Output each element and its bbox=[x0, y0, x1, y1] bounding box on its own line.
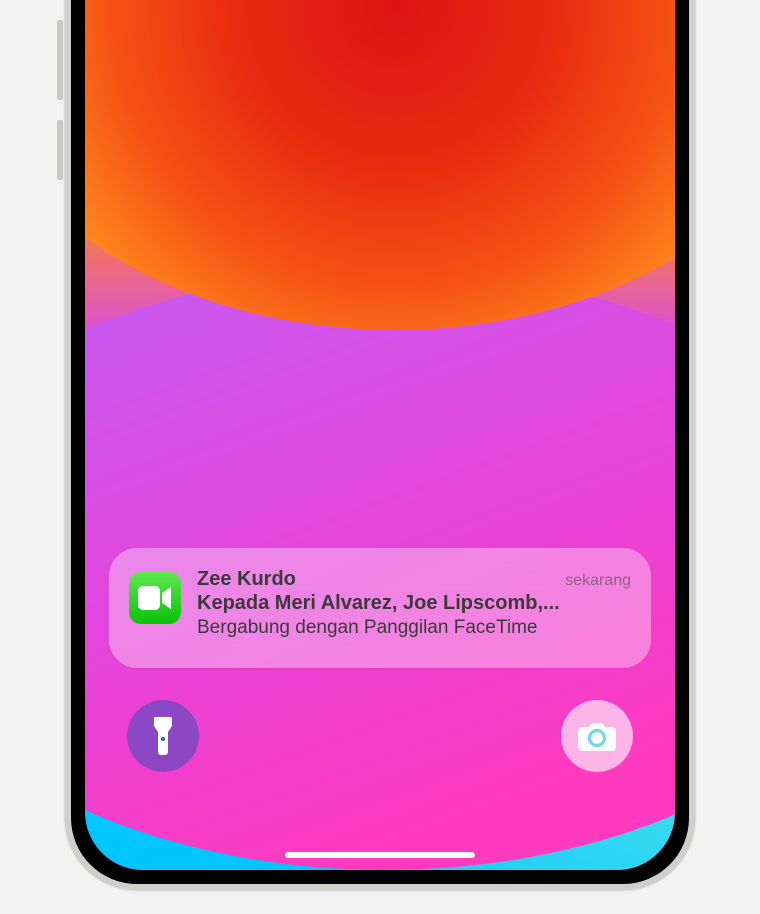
notification-content: Zee Kurdo sekarang Kepada Meri Alvarez, … bbox=[197, 568, 631, 639]
flashlight-icon bbox=[152, 717, 174, 755]
phone-frame: Zee Kurdo sekarang Kepada Meri Alvarez, … bbox=[65, 0, 695, 890]
notification-card[interactable]: Zee Kurdo sekarang Kepada Meri Alvarez, … bbox=[109, 548, 651, 668]
notification-recipients: Kepada Meri Alvarez, Joe Lipscomb,... bbox=[197, 592, 631, 615]
phone-bezel: Zee Kurdo sekarang Kepada Meri Alvarez, … bbox=[71, 0, 689, 884]
camera-button[interactable] bbox=[561, 700, 633, 772]
notification-body: Bergabung dengan Panggilan FaceTime bbox=[197, 617, 631, 639]
home-indicator[interactable] bbox=[285, 852, 475, 858]
volume-button[interactable] bbox=[57, 20, 63, 100]
notification-timestamp: sekarang bbox=[565, 572, 631, 590]
volume-button[interactable] bbox=[57, 120, 63, 180]
notification-sender: Zee Kurdo bbox=[197, 568, 296, 591]
facetime-icon bbox=[129, 572, 181, 624]
lock-screen: Zee Kurdo sekarang Kepada Meri Alvarez, … bbox=[85, 0, 675, 870]
camera-icon bbox=[578, 721, 616, 751]
flashlight-button[interactable] bbox=[127, 700, 199, 772]
quick-actions bbox=[127, 700, 633, 772]
